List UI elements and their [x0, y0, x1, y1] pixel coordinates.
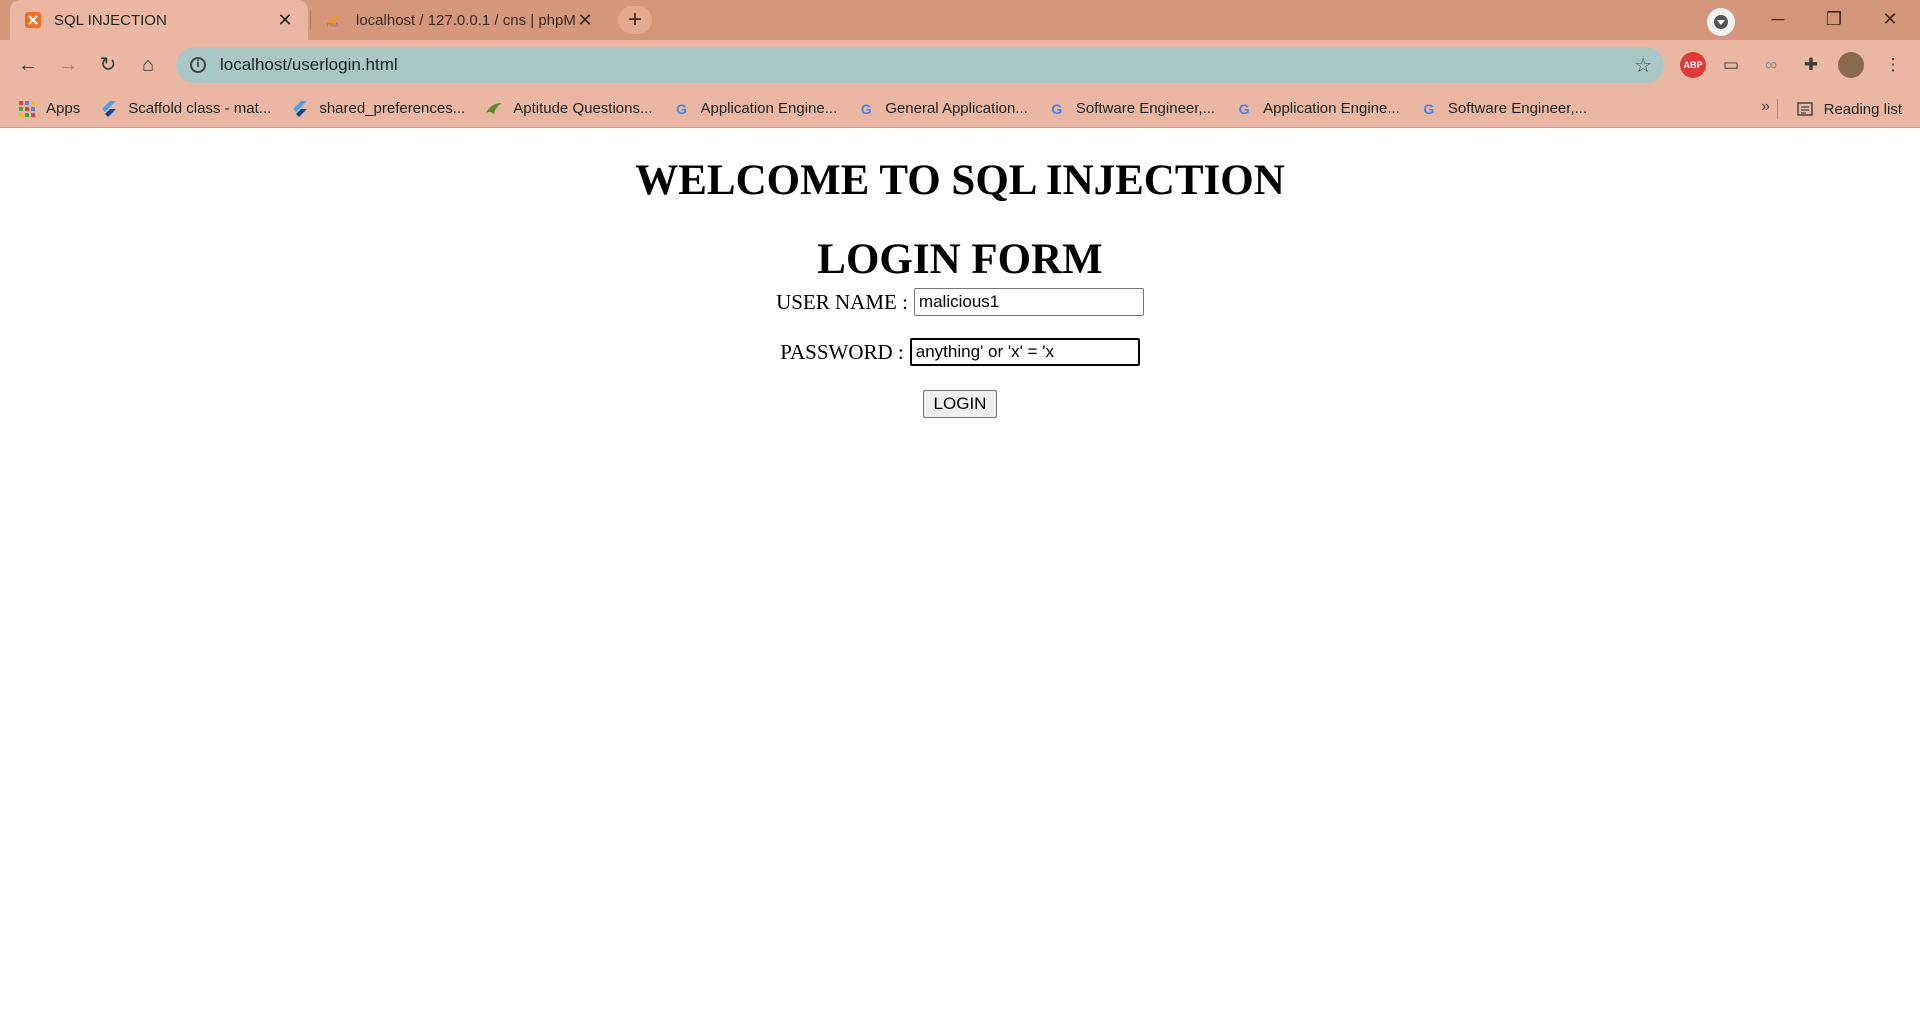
reload-button[interactable]: ↻	[92, 49, 124, 81]
google-icon: G	[676, 100, 687, 117]
forward-button[interactable]: →	[52, 49, 84, 81]
bookmark-label: Software Engineer,...	[1075, 100, 1216, 117]
username-row: USER NAME :	[0, 288, 1920, 316]
bookmark-item[interactable]: Aptitude Questions...	[485, 100, 652, 118]
xampp-icon	[24, 11, 42, 29]
phpmyadmin-icon: PMA	[326, 11, 344, 29]
username-label: USER NAME :	[776, 289, 908, 314]
bookmarks-bar: Apps Scaffold class - mat... shared_pref…	[0, 90, 1920, 128]
bookmark-label: shared_preferences...	[319, 100, 466, 117]
page-content: WELCOME TO SQL INJECTION LOGIN FORM USER…	[0, 128, 1920, 1020]
google-icon: G	[860, 100, 872, 117]
adblock-plus-icon[interactable]: ABP	[1680, 52, 1706, 78]
bookmark-item[interactable]: shared_preferences...	[291, 100, 465, 118]
tab-phpmyadmin[interactable]: PMA localhost / 127.0.0.1 / cns | phpM ✕	[312, 0, 608, 40]
tab-strip: SQL INJECTION ✕ PMA localhost / 127.0.0.…	[0, 0, 1920, 40]
extension-icon[interactable]: ∞	[1758, 52, 1784, 78]
bookmark-label: General Application...	[885, 100, 1028, 117]
restore-button[interactable]: ❐	[1806, 0, 1862, 40]
bookmark-apps[interactable]: Apps	[18, 100, 80, 118]
apps-grid-icon	[18, 100, 36, 118]
tab-divider	[310, 10, 311, 30]
tab-title: localhost / 127.0.0.1 / cns | phpM	[356, 11, 576, 29]
home-button[interactable]: ⌂	[132, 49, 164, 81]
reading-list-icon	[1796, 100, 1814, 118]
bookmarks-overflow-icon[interactable]: »	[1761, 98, 1770, 116]
close-tab-icon[interactable]: ✕	[576, 11, 594, 29]
reading-list-button[interactable]: Reading list	[1776, 90, 1902, 128]
browser-toolbar: ← → ↻ ⌂ i localhost/userlogin.html ☆ ABP…	[0, 40, 1920, 90]
flutter-icon	[100, 100, 118, 118]
tab-title: SQL INJECTION	[54, 11, 167, 29]
login-button-row: LOGIN	[0, 390, 1920, 418]
flutter-icon	[291, 100, 309, 118]
close-window-button[interactable]: ✕	[1862, 0, 1918, 40]
password-label: PASSWORD :	[780, 339, 904, 364]
bookmark-item[interactable]: G Software Engineer,...	[1420, 100, 1587, 118]
google-icon: G	[1238, 100, 1250, 117]
bookmark-item[interactable]: G Software Engineer,...	[1048, 100, 1215, 118]
site-info-icon[interactable]: i	[190, 57, 206, 73]
bookmark-item[interactable]: Scaffold class - mat...	[100, 100, 271, 118]
password-row: PASSWORD :	[0, 338, 1920, 366]
profile-avatar[interactable]	[1838, 52, 1864, 78]
extensions-puzzle-icon[interactable]: ✚	[1798, 52, 1824, 78]
login-form-title: LOGIN FORM	[817, 236, 1103, 283]
address-url[interactable]: localhost/userlogin.html	[220, 55, 398, 75]
page-heading: WELCOME TO SQL INJECTION	[635, 157, 1285, 204]
browser-chrome: SQL INJECTION ✕ PMA localhost / 127.0.0.…	[0, 0, 1920, 128]
bookmark-item[interactable]: G Application Engine...	[1235, 100, 1400, 118]
google-icon: G	[1051, 100, 1063, 117]
bookmark-item[interactable]: G Application Engine...	[672, 100, 837, 118]
back-button[interactable]: ←	[12, 49, 44, 81]
close-tab-icon[interactable]: ✕	[276, 11, 294, 29]
bookmark-label: Aptitude Questions...	[513, 100, 653, 117]
password-input[interactable]	[909, 338, 1140, 366]
address-bar[interactable]: i localhost/userlogin.html ☆	[176, 47, 1664, 83]
reading-list-label: Reading list	[1823, 100, 1902, 118]
minimize-button[interactable]: ─	[1750, 0, 1806, 40]
bookmark-star-icon[interactable]: ☆	[1634, 53, 1652, 78]
bookmark-label: Apps	[46, 100, 81, 117]
bookmark-label: Software Engineer,...	[1447, 100, 1588, 117]
new-tab-button[interactable]: +	[618, 6, 652, 34]
tab-search-button[interactable]	[1707, 8, 1735, 36]
tab-sql-injection[interactable]: SQL INJECTION ✕	[10, 0, 308, 40]
bird-icon	[485, 100, 503, 118]
svg-text:PMA: PMA	[327, 23, 339, 29]
bookmark-label: Application Engine...	[700, 100, 838, 117]
login-button[interactable]: LOGIN	[922, 390, 998, 418]
username-input[interactable]	[913, 288, 1144, 316]
bookmark-label: Application Engine...	[1263, 100, 1400, 117]
bookmark-item[interactable]: G General Application...	[857, 100, 1028, 118]
bookmarks-divider	[1776, 99, 1778, 119]
cast-icon[interactable]: ▭	[1718, 52, 1744, 78]
bookmark-label: Scaffold class - mat...	[128, 100, 272, 117]
google-icon: G	[1423, 100, 1435, 117]
chevron-down-icon	[1714, 15, 1728, 29]
menu-kebab-icon[interactable]: ⋮	[1880, 52, 1906, 78]
